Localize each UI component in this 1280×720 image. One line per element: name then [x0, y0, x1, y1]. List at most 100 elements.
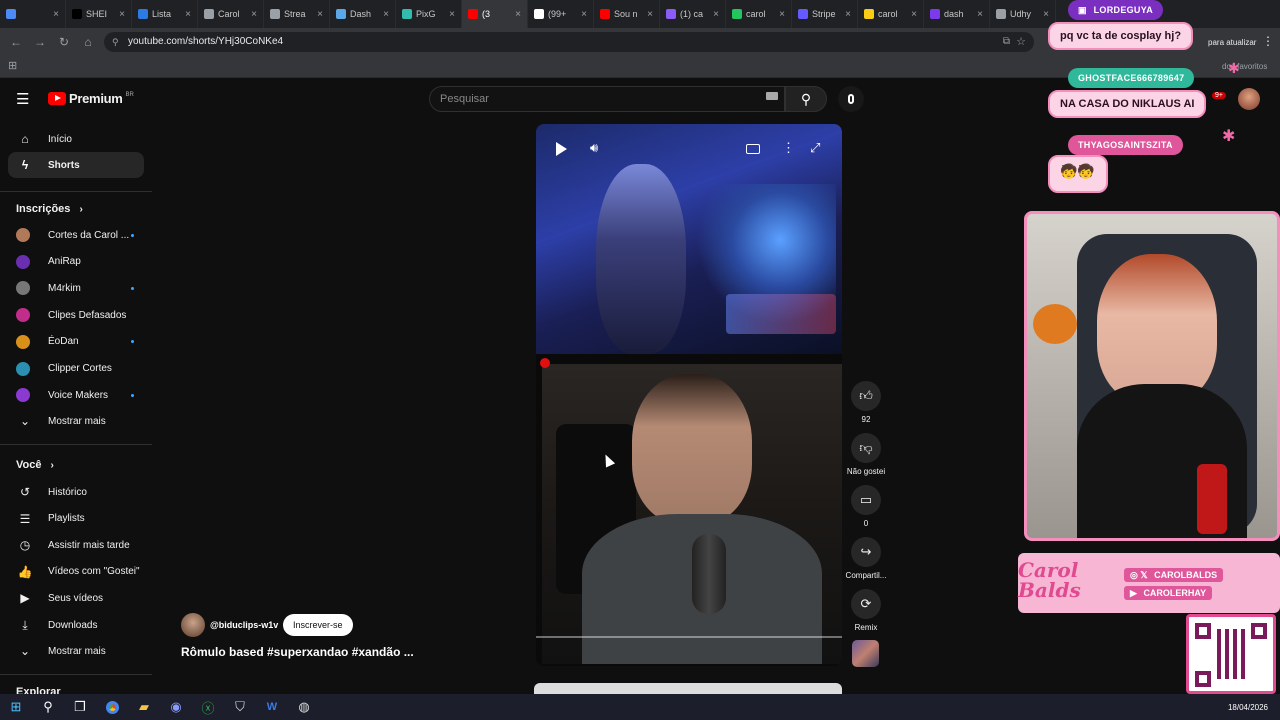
- subscription-item[interactable]: Cortes da Carol ...: [8, 222, 144, 248]
- browser-tab[interactable]: Carol ×: [198, 0, 264, 28]
- browser-tab[interactable]: (1) ca ×: [660, 0, 726, 28]
- fullscreen-icon[interactable]: ⤢: [810, 140, 820, 156]
- update-label[interactable]: para atualizar: [1208, 38, 1256, 47]
- browser-tab[interactable]: Dash ×: [330, 0, 396, 28]
- subscriptions-header[interactable]: Inscrições ›: [16, 203, 83, 215]
- short-video-player[interactable]: 🔊︎ ⋮ ⤢: [536, 124, 842, 666]
- search-input[interactable]: Pesquisar: [429, 86, 785, 112]
- browser-tab[interactable]: Stripe ×: [792, 0, 858, 28]
- windows-start-icon[interactable]: ⊞: [0, 694, 32, 720]
- you-item[interactable]: 👍 Vídeos com "Gostei": [8, 559, 144, 585]
- tab-close-icon[interactable]: ×: [251, 9, 257, 20]
- subscription-item[interactable]: ÉoDan: [8, 329, 144, 355]
- progress-bar[interactable]: [536, 636, 842, 638]
- obs-icon[interactable]: ◍: [288, 694, 320, 720]
- subscription-item[interactable]: Clipes Defasados: [8, 302, 144, 328]
- short-title[interactable]: Rômulo based #superxandao #xandão ...: [181, 645, 414, 659]
- you-item[interactable]: ⤓ Downloads: [8, 612, 144, 638]
- you-item[interactable]: ↺ Histórico: [8, 479, 144, 505]
- like-action[interactable]: 👍︎ 92: [848, 381, 884, 424]
- tab-close-icon[interactable]: ×: [119, 9, 125, 20]
- tab-close-icon[interactable]: ×: [449, 9, 455, 20]
- show-more-you[interactable]: ⌄ Mostrar mais: [8, 638, 144, 664]
- menu-kebab-icon[interactable]: ⋮: [1262, 34, 1274, 48]
- task-view-icon[interactable]: ❐: [64, 694, 96, 720]
- remix-action[interactable]: ⟳ Remix: [848, 589, 884, 632]
- browser-tab[interactable]: Udhy ×: [990, 0, 1056, 28]
- tab-close-icon[interactable]: ×: [53, 9, 59, 20]
- tab-close-icon[interactable]: ×: [911, 9, 917, 20]
- dislike-action[interactable]: 👎︎ Não gostei: [842, 433, 890, 476]
- search-icon[interactable]: ⚲: [32, 694, 64, 720]
- tab-close-icon[interactable]: ×: [779, 9, 785, 20]
- tab-close-icon[interactable]: ×: [845, 9, 851, 20]
- browser-tab[interactable]: PixG ×: [396, 0, 462, 28]
- voice-search-button[interactable]: [838, 86, 864, 112]
- reload-icon[interactable]: ↻: [52, 35, 76, 49]
- site-info-icon[interactable]: ⚲: [112, 32, 119, 52]
- bookmark-star-icon[interactable]: ☆: [1016, 32, 1026, 52]
- sound-thumbnail[interactable]: [852, 640, 879, 667]
- file-explorer-icon[interactable]: ▰: [128, 694, 160, 720]
- tab-close-icon[interactable]: ×: [317, 9, 323, 20]
- play-icon[interactable]: [556, 142, 567, 156]
- browser-tab[interactable]: SHEI ×: [66, 0, 132, 28]
- tab-favicon-icon: [204, 9, 214, 19]
- browser-tab[interactable]: Sou n ×: [594, 0, 660, 28]
- more-options-icon[interactable]: ⋮: [782, 140, 795, 156]
- sidebar-item-home[interactable]: ⌂ Início: [8, 126, 144, 152]
- tab-close-icon[interactable]: ×: [647, 9, 653, 20]
- account-avatar[interactable]: [1238, 88, 1260, 110]
- discord-icon[interactable]: ◉: [160, 694, 192, 720]
- next-short-preview[interactable]: [534, 683, 842, 694]
- channel-avatar[interactable]: [181, 613, 205, 637]
- browser-tab[interactable]: (3 ×: [462, 0, 528, 28]
- search-button[interactable]: ⚲: [785, 86, 827, 112]
- tab-close-icon[interactable]: ×: [185, 9, 191, 20]
- volume-icon[interactable]: 🔊︎: [590, 140, 598, 156]
- subscription-item[interactable]: Voice Makers: [8, 382, 144, 408]
- tab-close-icon[interactable]: ×: [977, 9, 983, 20]
- sidebar-item-label: Mostrar mais: [48, 645, 106, 657]
- you-item[interactable]: ◷ Assistir mais tarde: [8, 532, 144, 558]
- subscription-item[interactable]: Clipper Cortes: [8, 356, 144, 382]
- home-icon[interactable]: ⌂: [76, 35, 100, 49]
- you-item[interactable]: ☰ Playlists: [8, 506, 144, 532]
- chrome-icon[interactable]: [96, 694, 128, 720]
- back-icon[interactable]: ←: [4, 35, 28, 49]
- browser-tab[interactable]: carol ×: [858, 0, 924, 28]
- sidebar-item-shorts[interactable]: ϟ Shorts: [8, 152, 144, 178]
- xbox-icon[interactable]: ⓧ: [192, 694, 224, 720]
- you-header[interactable]: Você ›: [16, 459, 54, 471]
- subscribe-button[interactable]: Inscrever-se: [283, 614, 353, 636]
- tab-close-icon[interactable]: ×: [515, 9, 521, 20]
- tab-close-icon[interactable]: ×: [1043, 9, 1049, 20]
- browser-tab[interactable]: ×: [0, 0, 66, 28]
- channel-name[interactable]: @biduclips-w1v: [210, 620, 278, 630]
- show-more-subscriptions[interactable]: ⌄ Mostrar mais: [8, 408, 144, 434]
- explore-header[interactable]: Explorar: [16, 686, 61, 694]
- forward-icon[interactable]: →: [28, 35, 52, 49]
- you-item[interactable]: ▶ Seus vídeos: [8, 585, 144, 611]
- address-bar[interactable]: ⚲ youtube.com/shorts/YHj30CoNKe4 ⧉ ☆: [104, 32, 1034, 52]
- tab-close-icon[interactable]: ×: [581, 9, 587, 20]
- subscription-item[interactable]: M4rkim: [8, 275, 144, 301]
- browser-tab[interactable]: (99+ ×: [528, 0, 594, 28]
- apps-grid-icon[interactable]: ⊞: [8, 59, 17, 72]
- subscription-item[interactable]: AniRap: [8, 249, 144, 275]
- word-icon[interactable]: W: [256, 694, 288, 720]
- browser-tab[interactable]: carol ×: [726, 0, 792, 28]
- tab-favicon-icon: [270, 9, 280, 19]
- chat-user-3: THYAGOSAINTSZITA: [1068, 135, 1183, 155]
- share-action[interactable]: ↪ Compartil...: [842, 537, 890, 580]
- tab-close-icon[interactable]: ×: [383, 9, 389, 20]
- keyboard-icon[interactable]: [766, 92, 778, 100]
- browser-tab[interactable]: dash ×: [924, 0, 990, 28]
- install-icon[interactable]: ⧉: [1003, 32, 1010, 52]
- shield-icon[interactable]: ⛉: [224, 694, 256, 720]
- comments-action[interactable]: ▭ 0: [848, 485, 884, 528]
- browser-tab[interactable]: Strea ×: [264, 0, 330, 28]
- tab-close-icon[interactable]: ×: [713, 9, 719, 20]
- browser-tab[interactable]: Lista ×: [132, 0, 198, 28]
- captions-icon[interactable]: [746, 144, 760, 154]
